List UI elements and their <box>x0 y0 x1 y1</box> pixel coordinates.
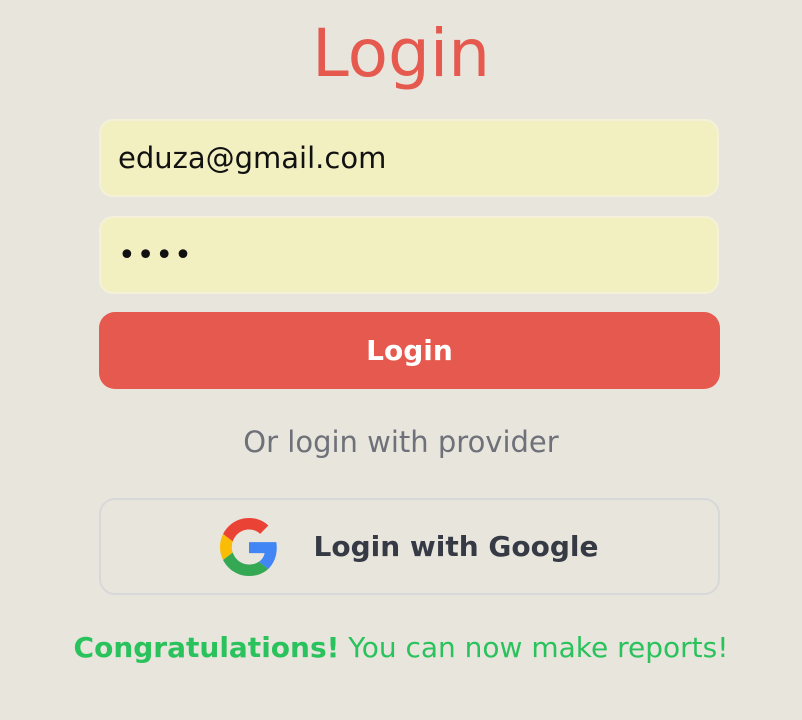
success-message-bold: Congratulations! <box>73 631 340 664</box>
password-field[interactable] <box>99 216 719 294</box>
provider-divider-text: Or login with provider <box>243 425 559 459</box>
google-logo-icon <box>220 517 278 576</box>
email-field[interactable] <box>99 119 719 197</box>
login-button[interactable]: Login <box>99 312 720 389</box>
success-message: Congratulations! You can now make report… <box>0 631 802 664</box>
page-title: Login <box>311 15 491 92</box>
success-message-text: You can now make reports! <box>339 631 729 664</box>
google-login-button[interactable]: Login with Google <box>99 498 720 595</box>
google-login-label: Login with Google <box>313 530 599 563</box>
